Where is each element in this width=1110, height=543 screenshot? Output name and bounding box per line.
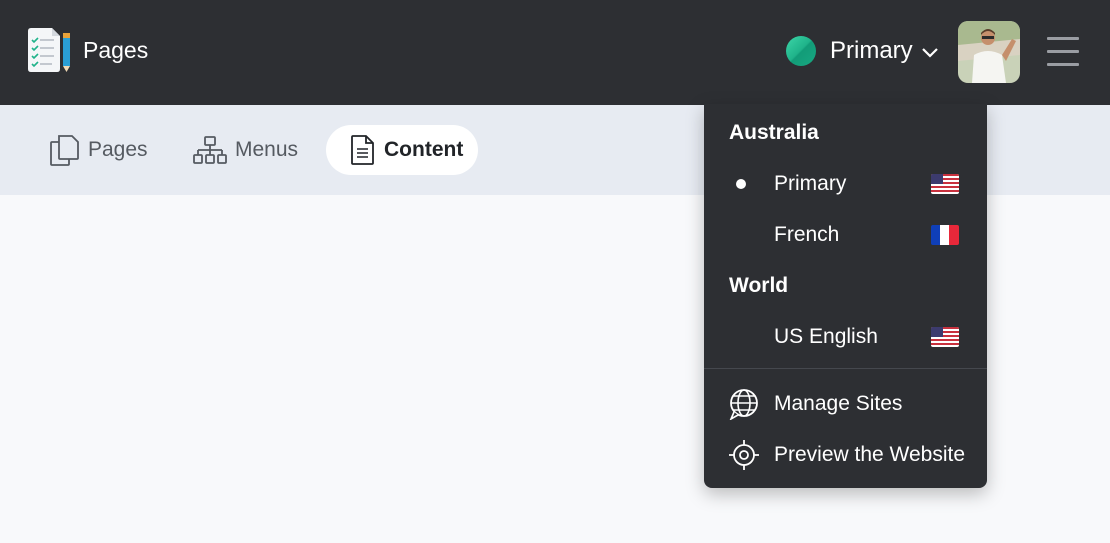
- site-switcher[interactable]: Primary: [786, 34, 939, 68]
- sitemap-icon: [193, 136, 227, 164]
- tab-content[interactable]: Content: [326, 125, 478, 175]
- selected-bullet-icon: [736, 179, 746, 189]
- us-flag-icon: [931, 327, 959, 347]
- globe-icon: [729, 389, 758, 420]
- tab-menus-label: Menus: [235, 138, 299, 161]
- tab-pages[interactable]: Pages: [48, 125, 148, 175]
- manage-sites-label: Manage Sites: [774, 392, 903, 415]
- us-flag-icon: [931, 174, 959, 194]
- site-item-label: Primary: [774, 172, 847, 195]
- site-item-us-english[interactable]: US English: [704, 317, 987, 357]
- tab-content-label: Content: [384, 138, 464, 161]
- hamburger-menu-icon[interactable]: [1047, 37, 1079, 67]
- site-item-primary[interactable]: Primary: [704, 164, 987, 204]
- group-heading-world: World: [729, 274, 789, 297]
- crosshair-icon: [729, 440, 759, 470]
- tab-menus[interactable]: Menus: [193, 125, 298, 175]
- menu-divider: [704, 368, 987, 369]
- current-site-label: Primary: [830, 37, 913, 64]
- tab-pages-label: Pages: [88, 138, 148, 161]
- preview-website-button[interactable]: Preview the Website: [704, 435, 987, 475]
- user-avatar[interactable]: [958, 21, 1020, 83]
- pages-logo-icon[interactable]: [26, 27, 72, 73]
- site-switcher-menu: Australia Primary French World US Englis…: [704, 104, 987, 488]
- group-heading-australia: Australia: [729, 121, 819, 144]
- chevron-down-icon: [921, 48, 938, 58]
- fr-flag-icon: [931, 225, 959, 245]
- app-title: Pages: [83, 37, 149, 63]
- site-item-french[interactable]: French: [704, 215, 987, 255]
- site-status-icon: [786, 36, 816, 66]
- top-bar: Pages Primary: [0, 0, 1110, 105]
- manage-sites-button[interactable]: Manage Sites: [704, 384, 987, 424]
- document-icon: [351, 135, 374, 165]
- site-item-label: US English: [774, 325, 878, 348]
- preview-website-label: Preview the Website: [774, 443, 966, 466]
- site-item-label: French: [774, 223, 840, 246]
- pages-icon: [50, 135, 79, 166]
